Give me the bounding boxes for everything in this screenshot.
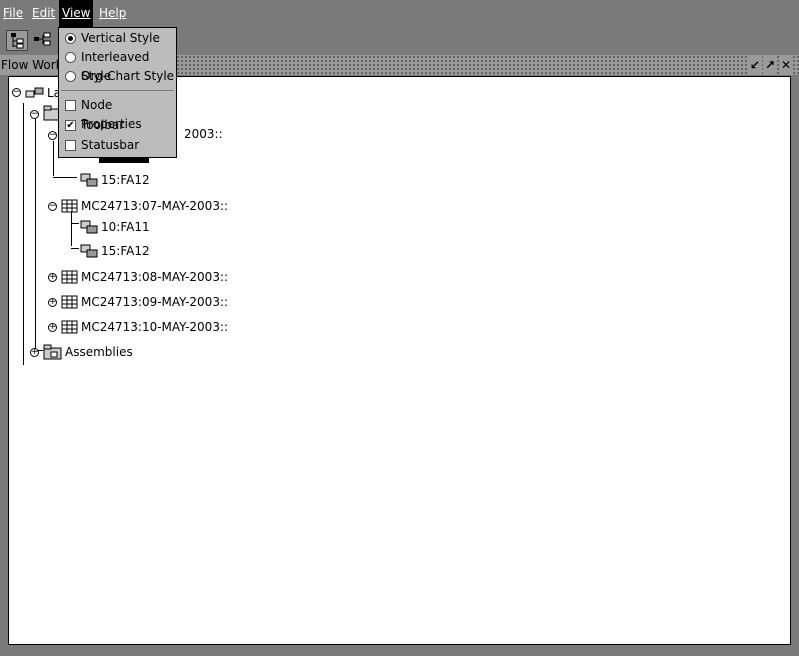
- menu-help[interactable]: Help: [96, 0, 129, 27]
- operation-icon: [80, 244, 98, 257]
- expand-icon[interactable]: +: [48, 273, 57, 282]
- tree-node-group-2-label: 2003::: [184, 127, 223, 141]
- tree-node-group-3[interactable]: MC24713:07-MAY-2003::: [61, 196, 228, 214]
- menu-file[interactable]: File: [0, 0, 26, 27]
- collapse-icon[interactable]: −: [12, 88, 21, 97]
- minimize-icon[interactable]: ↙: [748, 56, 762, 74]
- close-icon[interactable]: ✕: [779, 56, 793, 74]
- menu-separator: [61, 90, 174, 91]
- menu-item-node-properties[interactable]: Node Properties: [59, 96, 176, 131]
- operation-icon: [80, 220, 98, 233]
- horizontal-tree-icon: [34, 32, 51, 46]
- menu-view[interactable]: View: [59, 0, 94, 27]
- checkbox-icon: [65, 100, 76, 111]
- tree-node-group-6[interactable]: MC24713:10-MAY-2003::: [61, 317, 228, 335]
- expand-icon[interactable]: +: [48, 298, 57, 307]
- menu-item-org-chart-style[interactable]: Org-Chart Style: [59, 67, 176, 86]
- tree-node-assemblies[interactable]: Assemblies: [43, 342, 133, 360]
- grid-icon: [61, 320, 78, 333]
- tree-node-fa11[interactable]: 10:FA11: [79, 217, 150, 235]
- view-menu-dropdown: Vertical Style Interleaved Style Org-Cha…: [58, 27, 177, 158]
- window-title: Flow Work: [0, 55, 67, 75]
- radio-icon: [65, 52, 76, 63]
- tree-node-fa12-b[interactable]: 15:FA12: [79, 241, 150, 259]
- checkbox-checked-icon: ✔: [65, 120, 76, 131]
- tree-line: [23, 103, 24, 365]
- operation-icon: [80, 173, 98, 186]
- checkbox-icon: [65, 140, 76, 151]
- tree-line: [35, 119, 36, 349]
- menu-bar: File Edit View Help: [0, 0, 799, 27]
- tree-canvas: − La − − 2003:: 15:FA12 − MC24713:07-MAY…: [8, 76, 791, 645]
- tree-line: [71, 223, 79, 224]
- menu-item-statusbar[interactable]: Statusbar: [59, 136, 176, 155]
- interleaved-style-toolbar-button[interactable]: [32, 30, 54, 51]
- tree-node-fa12-a[interactable]: 15:FA12: [79, 170, 150, 188]
- menu-item-vertical-style[interactable]: Vertical Style: [59, 29, 176, 48]
- grid-icon: [61, 199, 78, 212]
- vertical-tree-icon: [11, 33, 24, 49]
- collapse-icon[interactable]: −: [48, 131, 57, 140]
- menu-item-toolbar[interactable]: ✔ Toolbar: [59, 116, 176, 135]
- tree-node-root[interactable]: La: [25, 83, 61, 101]
- tree-line: [71, 248, 79, 249]
- collapse-icon[interactable]: −: [48, 202, 57, 211]
- tree-line: [53, 177, 77, 178]
- menu-edit[interactable]: Edit: [29, 0, 58, 27]
- flow-icon: [25, 87, 44, 97]
- grid-icon: [61, 295, 78, 308]
- radio-icon: [65, 71, 76, 82]
- tree-node-group-4[interactable]: MC24713:08-MAY-2003::: [61, 267, 228, 285]
- maximize-icon[interactable]: ↗: [763, 56, 777, 74]
- expand-icon[interactable]: +: [30, 348, 39, 357]
- tree-line: [53, 141, 54, 176]
- tree-node-group-5[interactable]: MC24713:09-MAY-2003::: [61, 292, 228, 310]
- radio-selected-icon: [65, 33, 76, 44]
- tree-line: [71, 212, 72, 246]
- vertical-style-toolbar-button[interactable]: [6, 30, 28, 51]
- grid-icon: [61, 270, 78, 283]
- assembly-folder-icon: [43, 344, 62, 359]
- expand-icon[interactable]: +: [48, 323, 57, 332]
- menu-item-interleaved-style[interactable]: Interleaved Style: [59, 48, 176, 83]
- collapse-icon[interactable]: −: [30, 110, 39, 119]
